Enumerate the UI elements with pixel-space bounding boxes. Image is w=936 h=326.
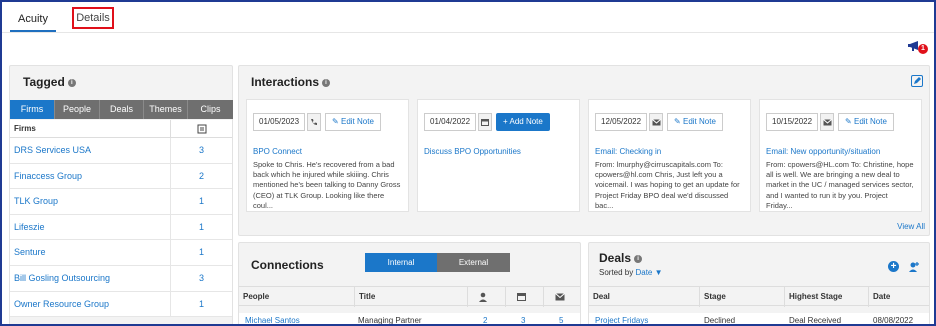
card-body: From: cpowers@HL.com To: Christine, hope… (766, 160, 914, 210)
view-all-link[interactable]: View All (897, 222, 925, 231)
list-item[interactable]: DRS Services USA 3 (10, 138, 232, 164)
list-item[interactable]: Bill Gosling Outsourcing 3 (10, 265, 232, 292)
notification-badge: 1 (918, 44, 928, 54)
sort-control[interactable]: Sorted by Date ▼ (599, 268, 663, 277)
tag-tab-clips[interactable]: Clips (188, 100, 233, 119)
add-person-icon[interactable] (908, 261, 920, 273)
edit-note-button[interactable]: ✎ Edit Note (325, 113, 381, 131)
table-row[interactable]: Michael Santos Managing Partner 2 3 5 (239, 313, 580, 324)
table-row[interactable]: Project Fridays Declined Deal Received 0… (589, 313, 929, 324)
tag-tab-themes[interactable]: Themes (144, 100, 188, 119)
list-item[interactable]: Lifeszie 1 (10, 214, 232, 241)
person-icon (467, 287, 505, 307)
top-tabs: Acuity (10, 6, 56, 32)
card-subject[interactable]: BPO Connect (253, 147, 302, 156)
edit-note-button[interactable]: ✎ Edit Note (667, 113, 723, 131)
interactions-title: Interactions i (251, 75, 331, 89)
interaction-card[interactable]: 10/15/2022 ✎ Edit Note Email: New opport… (759, 99, 922, 212)
deals-title: Deals i (599, 251, 643, 265)
list-item[interactable]: TLK Group 1 (10, 189, 232, 215)
tagged-title: Tagged i (23, 75, 76, 89)
interaction-card[interactable]: 12/05/2022 ✎ Edit Note Email: Checking i… (588, 99, 751, 212)
list-item[interactable]: Finaccess Group 2 (10, 163, 232, 190)
tab-details[interactable]: Details (72, 7, 114, 29)
list-item[interactable]: Senture 1 (10, 240, 232, 266)
internal-toggle[interactable]: Internal (365, 253, 437, 272)
tag-tab-firms[interactable]: Firms (10, 100, 55, 119)
connections-table-header: People Title (239, 286, 582, 307)
add-note-button[interactable]: + Add Note (496, 113, 550, 131)
app-frame: Acuity Details 1 Tagged i Firms People De… (0, 0, 936, 326)
card-date: 01/04/2022 (424, 113, 477, 131)
deals-table-header: Deal Stage Highest Stage Date (589, 286, 929, 307)
interactions-panel: Interactions i 01/05/2023 ✎ Edit Note BPO… (238, 65, 930, 236)
firms-list: Firms DRS Services USA 3 Finaccess Group 2… (10, 120, 232, 318)
deals-panel: Deals i Sorted by Date ▼ + Deal Stage Hig… (588, 242, 930, 324)
info-icon[interactable]: i (322, 78, 331, 87)
tab-acuity[interactable]: Acuity (10, 6, 56, 32)
calendar-icon (478, 113, 493, 131)
mail-icon (820, 113, 835, 131)
external-toggle[interactable]: External (437, 253, 510, 272)
compose-icon[interactable] (911, 75, 923, 87)
mail-icon (649, 113, 664, 131)
edit-note-button[interactable]: ✎ Edit Note (838, 113, 894, 131)
tabs-divider (2, 32, 934, 33)
announcement-icon[interactable]: 1 (908, 38, 928, 56)
note-icon (170, 120, 232, 138)
caret-down-icon: ▼ (654, 268, 663, 277)
card-subject[interactable]: Email: Checking in (595, 147, 661, 156)
connections-toggle: Internal External (365, 253, 510, 272)
interaction-card[interactable]: 01/05/2023 ✎ Edit Note BPO Connect Spoke… (246, 99, 409, 212)
mail-icon (543, 287, 582, 307)
card-date: 12/05/2022 (595, 113, 648, 131)
tag-tab-people[interactable]: People (55, 100, 100, 119)
tagged-panel: Tagged i Firms People Deals Themes Clips … (9, 65, 233, 324)
connections-panel: Connections Internal External People Tit… (238, 242, 582, 324)
card-subject[interactable]: Discuss BPO Opportunities (424, 147, 521, 156)
card-body: From: lmurphy@cirruscapitals.com To: cpo… (595, 160, 740, 210)
connections-title: Connections (251, 258, 324, 272)
add-deal-icon[interactable]: + (888, 261, 899, 272)
tag-tab-deals[interactable]: Deals (100, 100, 144, 119)
firms-column-header: Firms (10, 120, 232, 138)
phone-icon (307, 113, 322, 131)
calendar-icon (505, 287, 543, 307)
card-date: 01/05/2023 (253, 113, 306, 131)
card-body: Spoke to Chris. He's recovered from a ba… (253, 160, 401, 210)
card-date: 10/15/2022 (766, 113, 819, 131)
tagged-tabs: Firms People Deals Themes Clips (10, 100, 233, 119)
info-icon[interactable]: i (67, 78, 76, 87)
list-item[interactable]: Owner Resource Group 1 (10, 291, 232, 318)
interaction-card[interactable]: 01/04/2022 + Add Note Discuss BPO Opport… (417, 99, 580, 212)
info-icon[interactable]: i (634, 254, 643, 263)
card-subject[interactable]: Email: New opportunity/situation (766, 147, 880, 156)
